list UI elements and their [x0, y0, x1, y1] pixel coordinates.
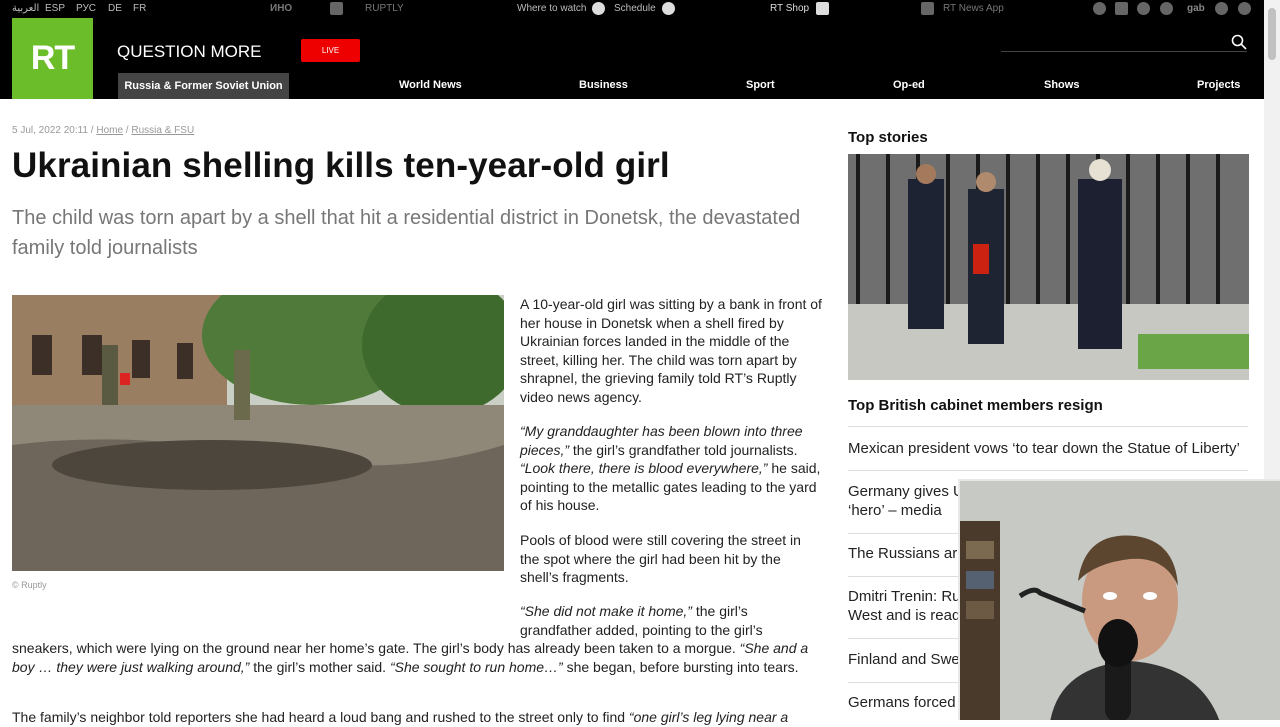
quote: “She did not make it home,”	[520, 603, 692, 619]
story-line: ‘hero’ – media	[848, 501, 942, 519]
quote: “Look there, there is blood everywhere,”	[520, 460, 768, 477]
rss-icon[interactable]	[1115, 2, 1128, 15]
clock-icon	[662, 2, 675, 15]
divider	[848, 426, 1248, 427]
photo-caption: © Ruptly	[12, 580, 47, 590]
paragraph-text: she began, before bursting into tears.	[562, 658, 799, 675]
webcam-overlay	[958, 479, 1280, 720]
news-app-link[interactable]: RT News App	[943, 3, 1004, 14]
article-subtitle: The child was torn apart by a shell that…	[12, 207, 801, 259]
article-paragraph-5: sneakers, which were lying on the ground…	[12, 639, 832, 676]
paragraph-text: sneakers, which were lying on the ground…	[12, 640, 740, 656]
live-button[interactable]: LIVE	[301, 39, 360, 62]
story-link[interactable]: Mexican president vows ‘to tear down the…	[848, 440, 1248, 459]
lang-fr[interactable]: FR	[133, 3, 146, 14]
paragraph-text: the girl’s grandfather told journalists.	[569, 441, 798, 458]
top-story-photo[interactable]	[848, 154, 1249, 380]
article-paragraph-4: “She did not make it home,” the girl’s g…	[520, 602, 820, 639]
other-icon[interactable]	[1238, 2, 1251, 15]
article-paragraph-6: The family’s neighbor told reporters she…	[12, 708, 842, 727]
breadcrumb-section[interactable]: Russia & FSU	[131, 125, 194, 136]
article-paragraph-2: “My granddaughter has been blown into th…	[520, 422, 832, 515]
article-title: Ukrainian shelling kills ten-year-old gi…	[12, 146, 670, 185]
scrollbar-thumb[interactable]	[1268, 8, 1276, 60]
nav-shows[interactable]: Shows	[1044, 79, 1079, 91]
quote: “She sought to run home…”	[389, 658, 563, 675]
partner-logo-icon[interactable]	[330, 2, 343, 15]
odnoklassniki-icon[interactable]	[1215, 2, 1228, 15]
schedule-link[interactable]: Schedule	[614, 3, 656, 14]
rt-app-icon	[921, 2, 934, 15]
nav-sport[interactable]: Sport	[746, 79, 775, 91]
search-input[interactable]	[1001, 51, 1247, 52]
story-line: Germany gives U	[848, 483, 964, 500]
downing-street-image	[848, 154, 1249, 380]
rt-logo[interactable]: RT	[12, 18, 93, 99]
article-photo[interactable]	[12, 295, 504, 571]
lang-esp[interactable]: ESP	[45, 3, 65, 14]
lang-rus[interactable]: РУС	[76, 3, 96, 14]
divider	[848, 470, 1248, 471]
play-icon	[592, 2, 605, 15]
paragraph-text: the girl’s mother said.	[249, 658, 390, 675]
top-stories-heading: Top stories	[848, 129, 928, 146]
breadcrumb-home[interactable]: Home	[96, 125, 123, 136]
webcam-person-image	[960, 481, 1280, 720]
rt-shop-link[interactable]: RT Shop	[770, 3, 809, 14]
site-header: RT QUESTION MORE LIVE Russia & Former So…	[0, 18, 1264, 99]
article-paragraph-3: Pools of blood were still covering the s…	[520, 532, 801, 586]
twitter-icon[interactable]	[1137, 2, 1150, 15]
telegram-icon[interactable]	[1093, 2, 1106, 15]
partner-ruptly-link[interactable]: RUPTLY	[365, 3, 404, 14]
top-story-headline[interactable]: Top British cabinet members resign	[848, 397, 1103, 414]
story-line: West and is ready	[848, 606, 968, 624]
street-scene-image	[12, 295, 504, 571]
utility-bar: العربية ESP РУС DE FR ИНО RUPTLY Where t…	[0, 0, 1264, 18]
nav-op-ed[interactable]: Op-ed	[893, 79, 925, 91]
article-meta: 5 Jul, 2022 20:11 / Home / Russia & FSU	[12, 125, 195, 136]
story-line: Dmitri Trenin: Rus	[848, 588, 969, 605]
nav-business[interactable]: Business	[579, 79, 628, 91]
gab-icon[interactable]: gab	[1187, 3, 1205, 14]
paragraph-text: The family’s neighbor told reporters she…	[12, 709, 629, 725]
where-to-watch-link[interactable]: Where to watch	[517, 3, 586, 14]
quote: “one girl’s leg lying near a	[628, 709, 789, 725]
nav-world-news[interactable]: World News	[399, 79, 462, 91]
nav-projects[interactable]: Projects	[1197, 79, 1240, 91]
cart-icon	[816, 2, 829, 15]
vk-icon[interactable]	[1160, 2, 1173, 15]
lang-de[interactable]: DE	[108, 3, 122, 14]
nav-russia-fsu[interactable]: Russia & Former Soviet Union	[118, 73, 289, 99]
slogan: QUESTION MORE	[117, 42, 262, 61]
article-paragraph-1: A 10-year-old girl was sitting by a bank…	[520, 296, 822, 405]
lang-arabic[interactable]: العربية	[12, 3, 39, 14]
article-date: 5 Jul, 2022 20:11	[12, 125, 88, 136]
search-icon[interactable]	[1231, 34, 1247, 50]
partner-ino-link[interactable]: ИНО	[270, 3, 292, 14]
